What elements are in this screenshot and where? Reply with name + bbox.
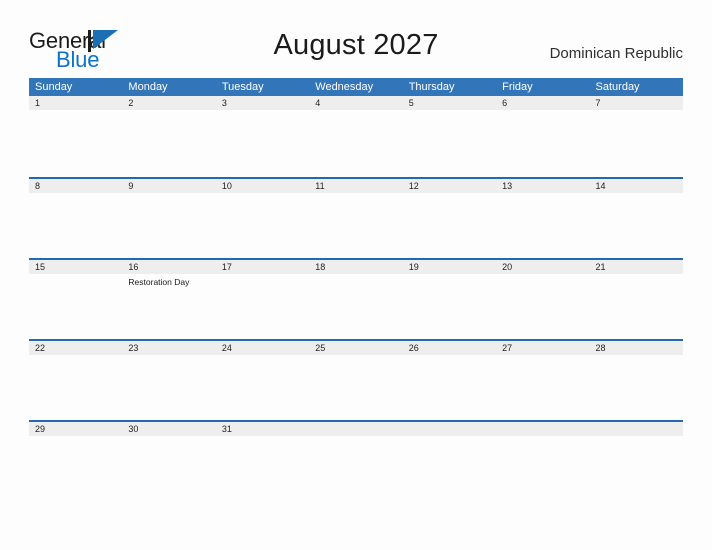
region-label: Dominican Republic	[549, 45, 683, 62]
day-cell-body[interactable]	[403, 274, 496, 339]
week-row: 29 30 31	[29, 420, 683, 501]
day-number[interactable]: 29	[29, 422, 122, 436]
day-number[interactable]: 22	[29, 341, 122, 355]
weekday-header-tuesday: Tuesday	[221, 81, 264, 93]
day-cell-body[interactable]	[122, 110, 215, 175]
day-cell-body	[309, 436, 402, 501]
day-cell-body[interactable]	[309, 274, 402, 339]
day-cell-body[interactable]	[29, 274, 122, 339]
weekday-header-friday: Friday	[502, 81, 533, 93]
weekday-header-wednesday: Wednesday	[315, 81, 374, 93]
day-cell-body[interactable]	[216, 436, 309, 501]
week-date-band: 29 30 31	[29, 422, 683, 436]
day-cell-body[interactable]	[590, 274, 683, 339]
day-cell-body[interactable]	[29, 436, 122, 501]
day-cell-body[interactable]	[29, 110, 122, 175]
day-cell-body[interactable]	[496, 355, 589, 420]
day-cell-body[interactable]	[309, 193, 402, 258]
day-cell-body[interactable]	[29, 355, 122, 420]
day-number[interactable]: 13	[496, 179, 589, 193]
calendar-grid: Sunday Monday Tuesday Wednesday Thursday…	[29, 78, 683, 501]
day-cell-body[interactable]	[216, 355, 309, 420]
day-number[interactable]: 14	[590, 179, 683, 193]
day-number[interactable]: 3	[216, 96, 309, 110]
week-date-band: 1234567	[29, 96, 683, 110]
page-header: General Blue August 2027 Dominican Repub…	[0, 0, 712, 78]
week-row: 1234567	[29, 96, 683, 177]
day-number[interactable]: 16	[122, 260, 215, 274]
day-cell-body[interactable]	[309, 355, 402, 420]
weekday-header-thursday: Thursday	[408, 81, 455, 93]
day-cell-body	[496, 436, 589, 501]
week-event-band	[29, 193, 683, 258]
weekday-header-row: Sunday Monday Tuesday Wednesday Thursday…	[29, 78, 683, 96]
day-number[interactable]: 9	[122, 179, 215, 193]
day-number[interactable]: 17	[216, 260, 309, 274]
day-number[interactable]: 4	[309, 96, 402, 110]
week-event-band: Restoration Day	[29, 274, 683, 339]
day-cell-body[interactable]	[122, 193, 215, 258]
day-number[interactable]: 23	[122, 341, 215, 355]
day-number[interactable]: 30	[122, 422, 215, 436]
day-number[interactable]: 2	[122, 96, 215, 110]
day-number[interactable]: 31	[216, 422, 309, 436]
day-number[interactable]: 24	[216, 341, 309, 355]
day-number[interactable]: 15	[29, 260, 122, 274]
day-cell-body[interactable]	[122, 436, 215, 501]
day-cell-body[interactable]	[309, 110, 402, 175]
day-number[interactable]: 28	[590, 341, 683, 355]
week-row: 22 23 24 25 26 27 28	[29, 339, 683, 420]
week-row: 15 16 17 18 19 20 21 Restoration Day	[29, 258, 683, 339]
holiday-event-label: Restoration Day	[128, 277, 190, 287]
day-cell-body[interactable]	[590, 110, 683, 175]
day-cell-body[interactable]	[403, 110, 496, 175]
day-cell-body[interactable]	[403, 355, 496, 420]
day-cell-body[interactable]	[590, 355, 683, 420]
day-cell-body	[403, 436, 496, 501]
day-cell-body[interactable]	[29, 193, 122, 258]
day-number[interactable]: 27	[496, 341, 589, 355]
day-cell-body[interactable]	[122, 355, 215, 420]
week-event-band	[29, 436, 683, 501]
day-number-empty	[590, 422, 683, 436]
weekday-header-sunday: Sunday	[35, 81, 73, 93]
day-number[interactable]: 25	[309, 341, 402, 355]
day-number[interactable]: 19	[403, 260, 496, 274]
day-number[interactable]: 20	[496, 260, 589, 274]
day-number-empty	[496, 422, 589, 436]
week-date-band: 15 16 17 18 19 20 21	[29, 260, 683, 274]
day-cell-body[interactable]	[590, 193, 683, 258]
day-cell-body[interactable]	[496, 193, 589, 258]
day-number[interactable]: 10	[216, 179, 309, 193]
weekday-header-saturday: Saturday	[595, 81, 640, 93]
day-number-empty	[309, 422, 402, 436]
day-number[interactable]: 5	[403, 96, 496, 110]
day-cell-body[interactable]	[216, 193, 309, 258]
day-number[interactable]: 1	[29, 96, 122, 110]
day-number[interactable]: 21	[590, 260, 683, 274]
day-number[interactable]: 26	[403, 341, 496, 355]
day-cell-body[interactable]	[216, 274, 309, 339]
day-cell-body[interactable]	[403, 193, 496, 258]
day-cell-body[interactable]: Restoration Day	[122, 274, 215, 339]
day-cell-body[interactable]	[496, 110, 589, 175]
day-cell-body[interactable]	[216, 110, 309, 175]
week-date-band: 22 23 24 25 26 27 28	[29, 341, 683, 355]
week-event-band	[29, 110, 683, 175]
weekday-header-monday: Monday	[128, 81, 168, 93]
day-cell-body[interactable]	[496, 274, 589, 339]
day-cell-body	[590, 436, 683, 501]
day-number-empty	[403, 422, 496, 436]
week-date-band: 8 9 10 11 12 13 14	[29, 179, 683, 193]
day-number[interactable]: 11	[309, 179, 402, 193]
weeks-container: 1 2 3 4 5 6 7 8 9 10 11 12 13 14 15 16 17 18 19 20 21 Restora…	[29, 96, 683, 501]
day-number[interactable]: 6	[496, 96, 589, 110]
day-number[interactable]: 12	[403, 179, 496, 193]
week-event-band	[29, 355, 683, 420]
week-row: 8 9 10 11 12 13 14	[29, 177, 683, 258]
day-number[interactable]: 7	[590, 96, 683, 110]
day-number[interactable]: 18	[309, 260, 402, 274]
day-number[interactable]: 8	[29, 179, 122, 193]
